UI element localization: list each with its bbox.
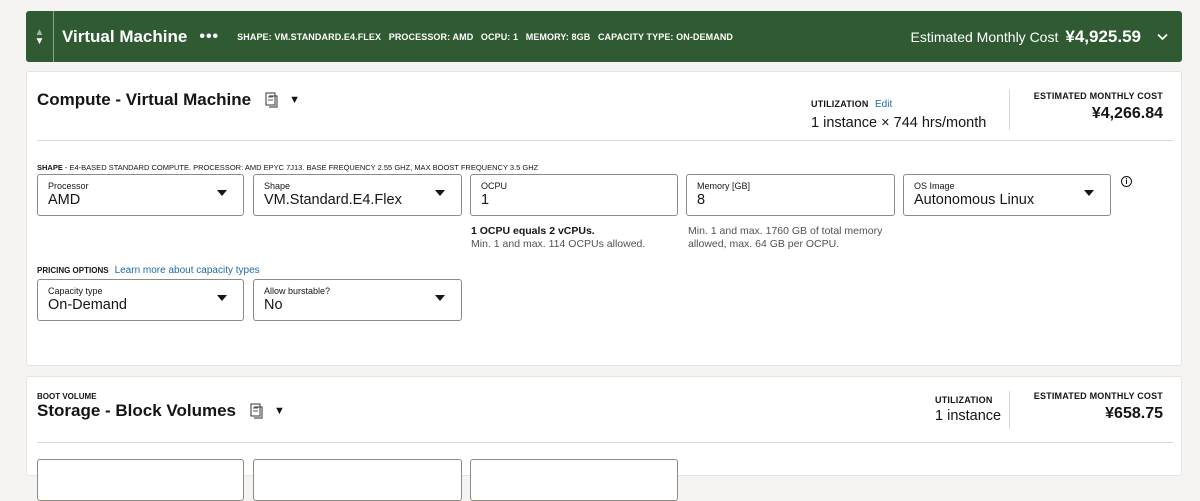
caret-down-icon [1084, 190, 1094, 196]
chevron-down-icon: ▼ [34, 35, 45, 47]
caret-down-icon [435, 190, 445, 196]
compute-title-row: Compute - Virtual Machine ▼ [37, 90, 300, 110]
capacity-type-select[interactable]: Capacity type On-Demand [37, 279, 244, 321]
memory-help-line2: allowed, max. 64 GB per OCPU. [688, 238, 840, 250]
os-image-value: Autonomous Linux [914, 192, 1035, 208]
ocpu-help-bold: 1 OCPU equals 2 vCPUs. [471, 225, 595, 237]
shape-section-label: SHAPE - E4-BASED STANDARD COMPUTE. PROCE… [37, 163, 538, 172]
shape-label: SHAPE [37, 163, 63, 172]
caret-down-icon[interactable]: ▼ [289, 94, 300, 106]
ocpu-label: OCPU [481, 181, 508, 191]
utilization-label: UTILIZATION [811, 99, 869, 109]
memory-input[interactable]: Memory [GB] 8 [686, 174, 895, 216]
summary-shape: SHAPE: VM.STANDARD.E4.FLEX [237, 31, 382, 42]
ocpu-help: 1 OCPU equals 2 vCPUs. Min. 1 and max. 1… [471, 225, 645, 251]
caret-down-icon [435, 295, 445, 301]
caret-down-icon [217, 295, 227, 301]
separator [37, 442, 1173, 443]
os-image-select[interactable]: OS Image Autonomous Linux [903, 174, 1111, 216]
compute-card: Compute - Virtual Machine ▼ UTILIZATION … [26, 71, 1182, 366]
copy-icon[interactable] [250, 403, 264, 419]
separator [37, 140, 1173, 141]
ocpu-input[interactable]: OCPU 1 [470, 174, 678, 216]
summary-capacity-type: CAPACITY TYPE: ON-DEMAND [597, 31, 734, 42]
header-title: Virtual Machine [62, 26, 188, 46]
compute-utilization: UTILIZATION Edit 1 instance × 744 hrs/mo… [811, 94, 986, 131]
os-image-label: OS Image [914, 181, 955, 191]
header-summary: SHAPE: VM.STANDARD.E4.FLEX PROCESSOR: AM… [237, 32, 738, 42]
storage-field[interactable] [37, 459, 244, 501]
summary-processor: PROCESSOR: AMD [388, 31, 474, 42]
memory-value: 8 [697, 192, 706, 208]
shape-value: VM.Standard.E4.Flex [264, 192, 402, 208]
expand-chevron-icon[interactable] [1157, 29, 1168, 44]
shape-select[interactable]: Shape VM.Standard.E4.Flex [253, 174, 462, 216]
storage-cost-value: ¥658.75 [1105, 405, 1163, 422]
compute-cost-value: ¥4,266.84 [1091, 105, 1163, 122]
utilization-edit-link[interactable]: Edit [875, 99, 892, 110]
pricing-label: PRICING OPTIONS [37, 266, 109, 275]
storage-cost-label: ESTIMATED MONTHLY COST [1033, 391, 1163, 401]
memory-help: Min. 1 and max. 1760 GB of total memory … [688, 225, 882, 251]
header-cost-value: ¥4,925.59 [1065, 26, 1141, 46]
burstable-value: No [264, 297, 283, 313]
compute-title: Compute - Virtual Machine [37, 90, 252, 109]
shape-field-label: Shape [264, 181, 291, 191]
header-cost-label: Estimated Monthly Cost [910, 28, 1059, 45]
capacity-type-value: On-Demand [48, 297, 127, 313]
chevron-up-icon: ▲ [34, 26, 45, 38]
storage-title: Storage - Block Volumes [37, 401, 237, 420]
processor-label: Processor [48, 181, 89, 191]
utilization-value: 1 instance × 744 hrs/month [811, 115, 987, 131]
storage-utilization: UTILIZATION 1 instance [935, 395, 1001, 424]
compute-cost: ESTIMATED MONTHLY COST ¥4,266.84 [1034, 91, 1163, 123]
info-icon[interactable]: i [1121, 176, 1132, 187]
virtual-machine-header: ▲ ▼ Virtual Machine ••• SHAPE: VM.STANDA… [26, 11, 1182, 62]
pricing-options-label: PRICING OPTIONS Learn more about capacity… [37, 265, 260, 276]
ocpu-help-text: Min. 1 and max. 114 OCPUs allowed. [471, 238, 646, 250]
caret-down-icon [217, 190, 227, 196]
capacity-type-label: Capacity type [48, 286, 103, 296]
memory-help-line1: Min. 1 and max. 1760 GB of total memory [688, 225, 883, 237]
summary-memory: MEMORY: 8GB [525, 31, 591, 42]
header-cost: Estimated Monthly Cost ¥4,925.59 [911, 27, 1182, 47]
burstable-label: Allow burstable? [264, 286, 331, 296]
processor-select[interactable]: Processor AMD [37, 174, 244, 216]
divider [1009, 391, 1010, 429]
summary-ocpu: OCPU: 1 [480, 31, 519, 42]
capacity-types-link[interactable]: Learn more about capacity types [115, 265, 260, 276]
storage-cost: ESTIMATED MONTHLY COST ¥658.75 [1034, 391, 1163, 423]
compute-cost-label: ESTIMATED MONTHLY COST [1033, 91, 1163, 101]
boot-volume-label: BOOT VOLUME [37, 392, 97, 401]
processor-value: AMD [48, 192, 81, 208]
storage-card: BOOT VOLUME Storage - Block Volumes ▼ UT… [26, 376, 1182, 501]
copy-icon[interactable] [265, 92, 279, 108]
storage-title-row: Storage - Block Volumes ▼ [37, 401, 285, 421]
divider [1009, 90, 1010, 130]
collapse-toggle[interactable]: ▲ ▼ [26, 11, 54, 62]
shape-description: - E4-BASED STANDARD COMPUTE. PROCESSOR: … [62, 163, 539, 172]
storage-utilization-label: UTILIZATION [935, 395, 993, 405]
storage-utilization-value: 1 instance [935, 408, 1002, 424]
caret-down-icon[interactable]: ▼ [274, 405, 285, 417]
burstable-select[interactable]: Allow burstable? No [253, 279, 462, 321]
memory-label: Memory [GB] [697, 181, 751, 191]
storage-field[interactable] [470, 459, 678, 501]
ocpu-value: 1 [481, 192, 490, 208]
more-options-icon[interactable]: ••• [199, 28, 219, 46]
storage-field[interactable] [253, 459, 462, 501]
